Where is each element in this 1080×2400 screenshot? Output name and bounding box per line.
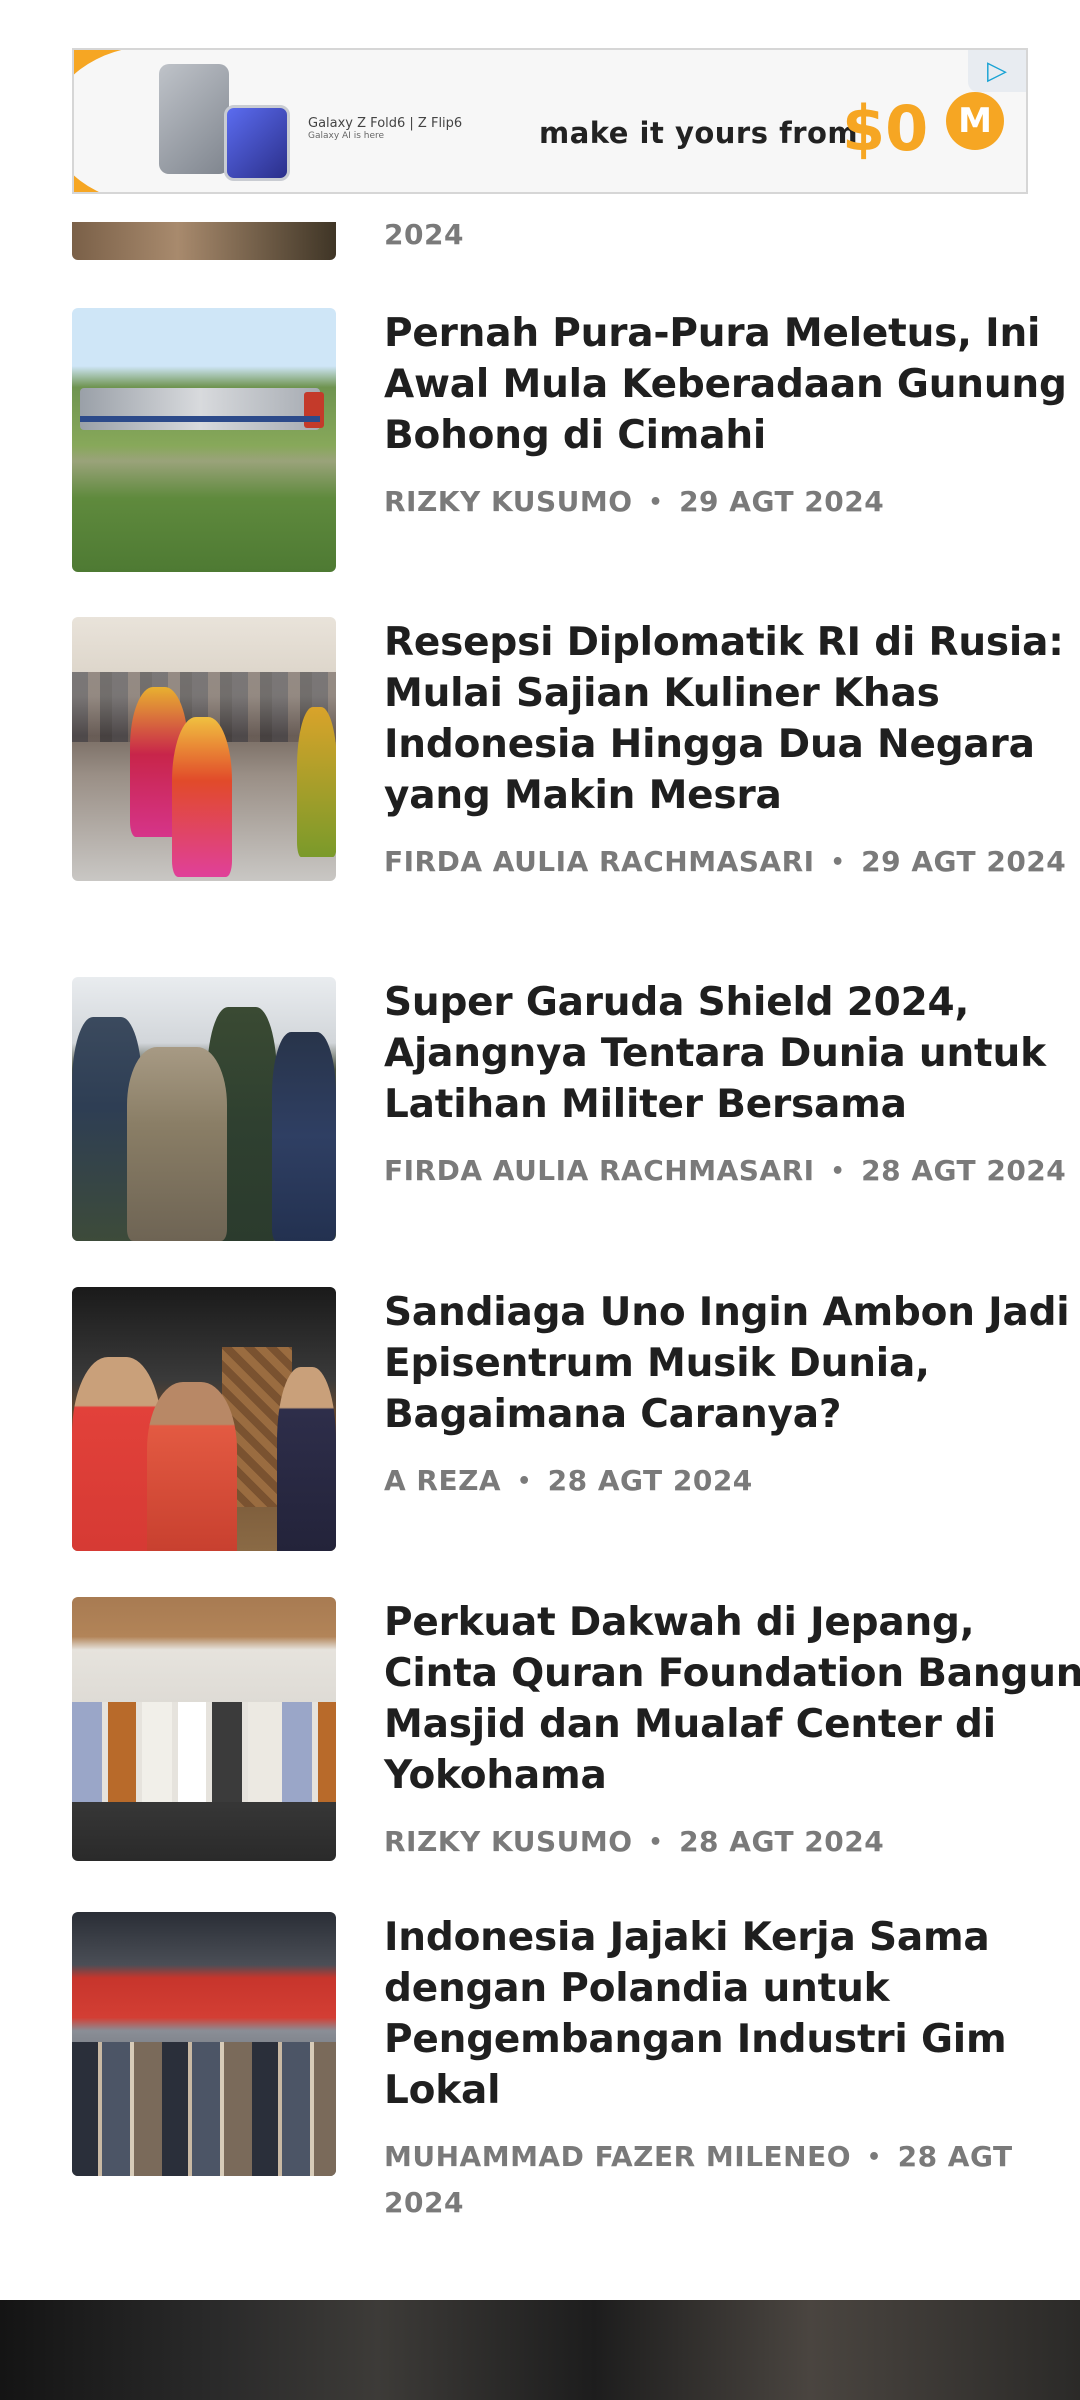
- article-meta: FIRDA AULIA RACHMASARI • 29 AGT 2024: [384, 839, 1080, 885]
- feature-image[interactable]: [0, 2300, 1080, 2400]
- separator-dot: •: [867, 2145, 882, 2170]
- article-author[interactable]: FIRDA AULIA RACHMASARI: [384, 1154, 815, 1187]
- ad-phone-image: [159, 64, 229, 174]
- article-thumbnail[interactable]: [72, 1597, 336, 1861]
- article-title[interactable]: Sandiaga Uno Ingin Ambon Jadi Episentrum…: [384, 1287, 1080, 1440]
- separator-dot: •: [517, 1469, 532, 1494]
- separator-dot: •: [648, 1830, 664, 1855]
- ad-model-text: Galaxy Z Fold6 | Z Flip6 Galaxy AI is he…: [308, 116, 462, 141]
- article-author[interactable]: A REZA: [384, 1464, 501, 1497]
- ad-banner[interactable]: Galaxy Z Fold6 | Z Flip6 Galaxy AI is he…: [72, 48, 1028, 194]
- adchoices-icon[interactable]: ▷: [968, 50, 1026, 92]
- article-meta: RIZKY KUSUMO • 29 AGT 2024: [384, 479, 1080, 525]
- ad-model-name: Galaxy Z Fold6 | Z Flip6: [308, 116, 463, 131]
- ad-tagline: make it yours from: [539, 116, 859, 150]
- article-thumbnail[interactable]: [72, 308, 336, 572]
- article-date: 28 AGT 2024: [547, 1464, 753, 1497]
- article-meta: MUHAMMAD FAZER MILENEO • 28 AGT 2024: [384, 2134, 1080, 2225]
- ad-model-subtext: Galaxy AI is here: [308, 131, 385, 141]
- article-thumbnail[interactable]: [72, 977, 336, 1241]
- article-title[interactable]: Super Garuda Shield 2024, Ajangnya Tenta…: [384, 977, 1080, 1130]
- article-meta: FIRDA AULIA RACHMASARI • 28 AGT 2024: [384, 1148, 1080, 1194]
- separator-dot: •: [648, 490, 664, 515]
- article-thumbnail[interactable]: [72, 1287, 336, 1551]
- ad-brand-logo: M: [946, 92, 1004, 150]
- ad-price: $0: [842, 92, 929, 165]
- article-thumbnail[interactable]: [72, 617, 336, 881]
- ad-phone-image-2: [224, 105, 290, 181]
- article-meta-date: 2024: [384, 218, 464, 251]
- article-thumbnail[interactable]: [72, 222, 336, 260]
- article-date: 28 AGT 2024: [679, 1825, 885, 1858]
- article-author[interactable]: FIRDA AULIA RACHMASARI: [384, 845, 815, 878]
- article-date: 28 AGT 2024: [861, 1154, 1067, 1187]
- article-meta: RIZKY KUSUMO • 28 AGT 2024: [384, 1819, 1080, 1865]
- article-meta: A REZA • 28 AGT 2024: [384, 1458, 1080, 1504]
- article-title[interactable]: Resepsi Diplomatik RI di Rusia: Mulai Sa…: [384, 617, 1080, 821]
- article-title[interactable]: Indonesia Jajaki Kerja Sama dengan Polan…: [384, 1912, 1080, 2116]
- separator-dot: •: [830, 1159, 846, 1184]
- article-thumbnail[interactable]: [72, 1912, 336, 2176]
- article-author[interactable]: MUHAMMAD FAZER MILENEO: [384, 2140, 851, 2173]
- article-author[interactable]: RIZKY KUSUMO: [384, 1825, 633, 1858]
- article-date: 29 AGT 2024: [861, 845, 1067, 878]
- article-title[interactable]: Pernah Pura-Pura Meletus, Ini Awal Mula …: [384, 308, 1080, 461]
- separator-dot: •: [830, 850, 846, 875]
- article-date: 29 AGT 2024: [679, 485, 885, 518]
- article-author[interactable]: RIZKY KUSUMO: [384, 485, 633, 518]
- article-title[interactable]: Perkuat Dakwah di Jepang, Cinta Quran Fo…: [384, 1597, 1080, 1801]
